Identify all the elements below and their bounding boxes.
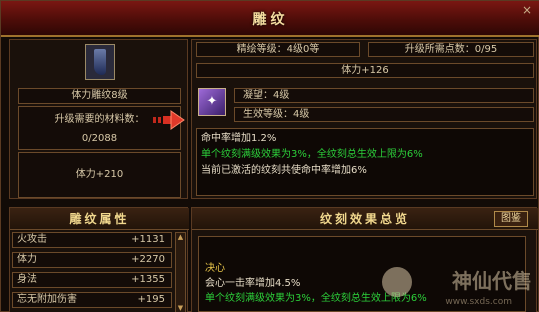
attribute-value: +1131: [131, 234, 165, 245]
watermark-text: 神仙代售: [452, 269, 532, 293]
summary-title: 纹刻效果总览: [192, 208, 538, 230]
effect-line: 单个纹刻满级效果为3%，全纹刻总生效上限为6%: [201, 149, 423, 160]
attributes-scrollbar[interactable]: ▲ ▼: [175, 232, 186, 312]
watermark-url: www.sxds.com: [445, 297, 512, 307]
upgrade-points: 升级所需点数：0/95: [368, 42, 534, 57]
item-name: 体力雕纹8级: [18, 88, 181, 104]
attribute-value: +195: [137, 294, 165, 305]
refine-level: 精绘等级：4级0等: [196, 42, 360, 57]
gaze-level: 凝望：4级: [234, 88, 534, 103]
material-value: 0/2088: [81, 133, 118, 144]
arrow-right-icon: [153, 110, 185, 130]
close-icon[interactable]: ×: [518, 3, 536, 17]
attribute-name: 火攻击: [17, 234, 47, 245]
attributes-panel: 雕纹属性 火攻击 +1131 体力 +2270 身法 +1355 忘无附加伤害 …: [9, 207, 189, 312]
watermark: 神仙代售 www.sxds.com: [382, 263, 532, 307]
mascot-icon: [382, 267, 412, 297]
stat-bonus: 体力+126: [196, 63, 534, 78]
attribute-row: 身法 +1355: [12, 272, 172, 288]
effect-line: 命中率增加1.2%: [201, 133, 277, 144]
attribute-name: 身法: [17, 274, 37, 285]
attribute-value: +2270: [131, 254, 165, 265]
attribute-name: 体力: [17, 254, 37, 265]
effect-line: 当前已激活的纹刻共使命中率增加6%: [201, 165, 367, 176]
window-title: 雕纹: [252, 12, 289, 28]
attribute-row: 忘无附加伤害 +195: [12, 292, 172, 308]
atlas-button[interactable]: 图鉴: [494, 211, 528, 227]
item-stat: 体力+210: [18, 152, 181, 198]
effect-description: 命中率增加1.2% 单个纹刻满级效果为3%，全纹刻总生效上限为6% 当前已激活的…: [196, 128, 534, 196]
rune-gem-icon[interactable]: ✦: [198, 88, 226, 116]
title-bar: 雕纹 ×: [1, 1, 539, 37]
attribute-row: 火攻击 +1131: [12, 232, 172, 248]
attribute-row: 体力 +2270: [12, 252, 172, 268]
gem-glyph: ✦: [206, 94, 218, 109]
engrave-info-panel: 精绘等级：4级0等 升级所需点数：0/95 体力+126 ✦ 凝望：4级 生效等…: [191, 39, 537, 199]
effect-level: 生效等级：4级: [234, 107, 534, 122]
scroll-up-icon[interactable]: ▲: [176, 233, 185, 242]
attributes-title: 雕纹属性: [10, 208, 189, 230]
boots-icon[interactable]: [85, 44, 115, 80]
attribute-name: 忘无附加伤害: [17, 294, 77, 305]
engrave-window: 雕纹 × 体力雕纹8级 升级需要的材料数： 0/2088 体力+210 精绘等级…: [0, 0, 539, 312]
scroll-down-icon[interactable]: ▼: [176, 304, 185, 312]
attribute-value: +1355: [131, 274, 165, 285]
